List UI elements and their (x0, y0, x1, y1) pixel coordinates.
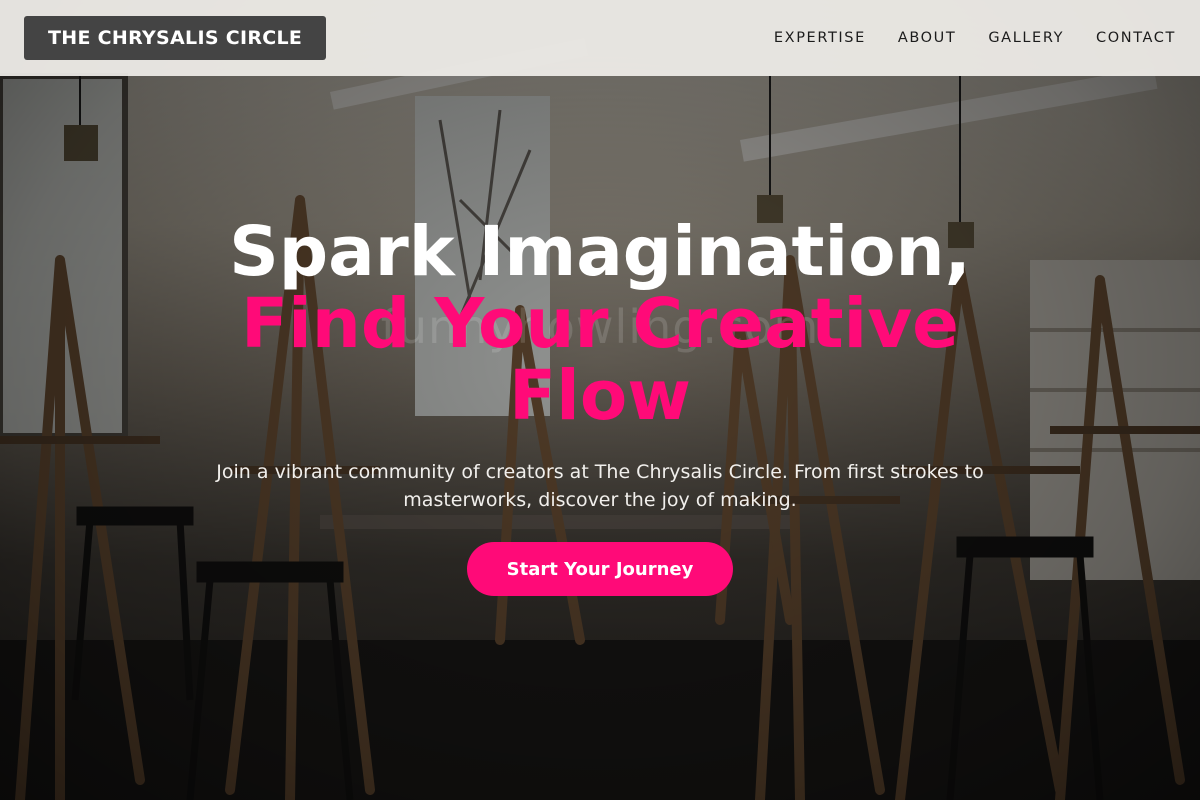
hero-headline-line1: Spark Imagination, (229, 212, 971, 292)
main-navigation: EXPERTISE ABOUT GALLERY CONTACT (774, 30, 1176, 46)
hero-headline-line2: Find Your Creative Flow (241, 284, 959, 436)
start-journey-button[interactable]: Start Your Journey (467, 542, 733, 596)
nav-link-gallery[interactable]: GALLERY (988, 30, 1064, 46)
site-logo[interactable]: THE CHRYSALIS CIRCLE (24, 16, 327, 60)
nav-link-about[interactable]: ABOUT (898, 30, 957, 46)
hero-section: Spark Imagination, Find Your Creative Fl… (0, 76, 1200, 800)
site-header: THE CHRYSALIS CIRCLE EXPERTISE ABOUT GAL… (0, 0, 1200, 76)
hero-subtitle: Join a vibrant community of creators at … (216, 461, 984, 511)
nav-link-expertise[interactable]: EXPERTISE (774, 30, 866, 46)
nav-link-contact[interactable]: CONTACT (1096, 30, 1176, 46)
hero-headline: Spark Imagination, Find Your Creative Fl… (200, 216, 1000, 432)
